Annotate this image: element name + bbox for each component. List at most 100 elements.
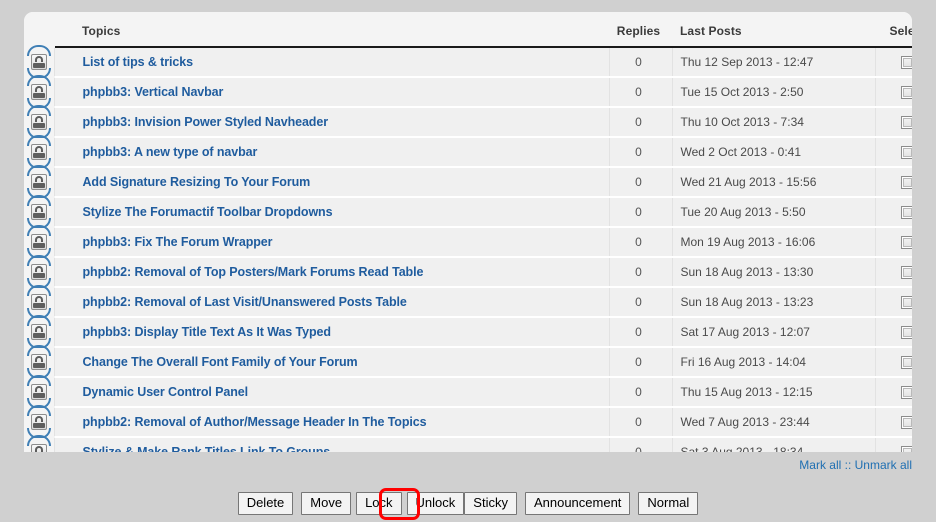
select-topic-checkbox[interactable] (901, 206, 912, 220)
topic-title-link[interactable]: phpbb3: Display Title Text As It Was Typ… (83, 325, 331, 339)
topic-title-link[interactable]: phpbb3: Vertical Navbar (83, 85, 224, 99)
select-cell (874, 377, 912, 408)
column-header-select-label: Select (889, 24, 912, 38)
table-row: List of tips & tricks 0 Thu 12 Sep 2013 - … (24, 45, 912, 79)
last-post-timestamp: Sun 18 Aug 2013 - 13:30 (671, 257, 875, 288)
select-topic-checkbox[interactable] (901, 266, 912, 280)
table-row: phpbb2: Removal of Top Posters/Mark Foru… (24, 255, 912, 289)
topic-title-link[interactable]: phpbb2: Removal of Top Posters/Mark Foru… (83, 265, 424, 279)
select-topic-checkbox[interactable] (901, 416, 912, 430)
select-cell (874, 227, 912, 258)
table-header: Topics Replies Last Posts Select (24, 12, 912, 48)
replies-count: 0 (608, 167, 672, 198)
topic-title-link[interactable]: phpbb2: Removal of Author/Message Header… (83, 415, 427, 429)
topic-title-link[interactable]: Stylize The Forumactif Toolbar Dropdowns (83, 205, 333, 219)
select-cell (874, 137, 912, 168)
table-row: phpbb3: Display Title Text As It Was Typ… (24, 315, 912, 349)
topic-icon-cell (24, 435, 54, 452)
select-topic-checkbox[interactable] (901, 56, 912, 70)
table-row: phpbb3: Invision Power Styled Navheader 0… (24, 105, 912, 139)
select-cell (874, 197, 912, 228)
lock-button-group: Move Lock Unlock Sticky (301, 492, 517, 515)
select-cell (874, 167, 912, 198)
replies-count: 0 (608, 137, 672, 168)
last-post-timestamp: Fri 16 Aug 2013 - 14:04 (671, 347, 875, 378)
column-header-replies-label: Replies (616, 24, 661, 38)
table-row: phpbb2: Removal of Author/Message Header… (24, 405, 912, 439)
replies-count: 0 (608, 317, 672, 348)
select-topic-checkbox[interactable] (901, 146, 912, 160)
locked-topic-icon (26, 315, 52, 349)
select-topic-checkbox[interactable] (901, 296, 912, 310)
lock-button[interactable]: Lock (356, 492, 402, 515)
topic-title-cell: phpbb2: Removal of Author/Message Header… (53, 407, 609, 438)
replies-count: 0 (608, 47, 672, 78)
topic-title-link[interactable]: phpbb2: Removal of Last Visit/Unanswered… (83, 295, 407, 309)
unlock-button[interactable]: Unlock (406, 492, 465, 515)
normal-button[interactable]: Normal (638, 492, 699, 515)
topic-icon-cell (24, 105, 54, 139)
locked-topic-icon (26, 255, 52, 289)
replies-count: 0 (608, 347, 672, 378)
unmark-all-link[interactable]: Unmark all (855, 458, 912, 472)
topic-icon-cell (24, 75, 54, 109)
table-row: Stylize The Forumactif Toolbar Dropdowns… (24, 195, 912, 229)
select-topic-checkbox[interactable] (901, 116, 912, 130)
topic-title-link[interactable]: Change The Overall Font Family of Your F… (83, 355, 358, 369)
locked-topic-icon (26, 375, 52, 409)
topic-icon-cell (24, 165, 54, 199)
move-button[interactable]: Move (301, 492, 352, 515)
select-cell (874, 257, 912, 288)
topic-icon-cell (24, 345, 54, 379)
select-topic-checkbox[interactable] (901, 86, 912, 100)
last-post-timestamp: Tue 20 Aug 2013 - 5:50 (671, 197, 875, 228)
topic-title-cell: Add Signature Resizing To Your Forum (53, 167, 609, 198)
select-topic-checkbox[interactable] (901, 176, 912, 190)
topic-icon-cell (24, 195, 54, 229)
last-post-timestamp: Sat 3 Aug 2013 - 18:34 (671, 437, 875, 452)
last-post-timestamp: Wed 21 Aug 2013 - 15:56 (671, 167, 875, 198)
select-topic-checkbox[interactable] (901, 386, 912, 400)
topic-icon-cell (24, 405, 54, 439)
select-cell (874, 317, 912, 348)
select-topic-checkbox[interactable] (901, 446, 912, 452)
sticky-button[interactable]: Sticky (464, 492, 517, 515)
topic-title-link[interactable]: phpbb3: Fix The Forum Wrapper (83, 235, 273, 249)
locked-topic-icon (26, 345, 52, 379)
topic-icon-cell (24, 375, 54, 409)
table-row: phpbb2: Removal of Last Visit/Unanswered… (24, 285, 912, 319)
topic-icon-cell (24, 315, 54, 349)
mark-all-link[interactable]: Mark all (799, 458, 841, 472)
last-post-timestamp: Wed 2 Oct 2013 - 0:41 (671, 137, 875, 168)
locked-topic-icon (26, 285, 52, 319)
locked-topic-icon (26, 225, 52, 259)
select-topic-checkbox[interactable] (901, 236, 912, 250)
moderation-button-bar: Delete Move Lock Unlock Sticky Announcem… (0, 492, 936, 515)
topic-icon-cell (24, 255, 54, 289)
replies-count: 0 (608, 257, 672, 288)
replies-count: 0 (608, 77, 672, 108)
replies-count: 0 (608, 227, 672, 258)
select-cell (874, 407, 912, 438)
topic-title-link[interactable]: Stylize & Make Rank Titles Link To Group… (83, 445, 331, 452)
topic-title-cell: phpbb3: Display Title Text As It Was Typ… (53, 317, 609, 348)
delete-button[interactable]: Delete (237, 492, 294, 515)
select-cell (874, 77, 912, 108)
topic-title-link[interactable]: Add Signature Resizing To Your Forum (83, 175, 311, 189)
topics-table: Topics Replies Last Posts Select List of… (24, 12, 912, 452)
topic-title-link[interactable]: Dynamic User Control Panel (83, 385, 249, 399)
select-cell (874, 107, 912, 138)
table-row: Add Signature Resizing To Your Forum 0 Wed… (24, 165, 912, 199)
last-post-timestamp: Thu 15 Aug 2013 - 12:15 (671, 377, 875, 408)
select-topic-checkbox[interactable] (901, 326, 912, 340)
topic-title-cell: Stylize The Forumactif Toolbar Dropdowns (53, 197, 609, 228)
select-topic-checkbox[interactable] (901, 356, 912, 370)
column-header-select: Select (875, 12, 912, 48)
topics-panel: Topics Replies Last Posts Select List of… (24, 12, 912, 452)
table-row: phpbb3: Fix The Forum Wrapper 0 Mon 19 Aug… (24, 225, 912, 259)
table-row: phpbb3: Vertical Navbar 0 Tue 15 Oct 2013 … (24, 75, 912, 109)
topic-title-link[interactable]: phpbb3: A new type of navbar (83, 145, 258, 159)
topic-title-link[interactable]: phpbb3: Invision Power Styled Navheader (83, 115, 329, 129)
topic-title-link[interactable]: List of tips & tricks (83, 55, 194, 69)
announcement-button[interactable]: Announcement (524, 492, 631, 515)
